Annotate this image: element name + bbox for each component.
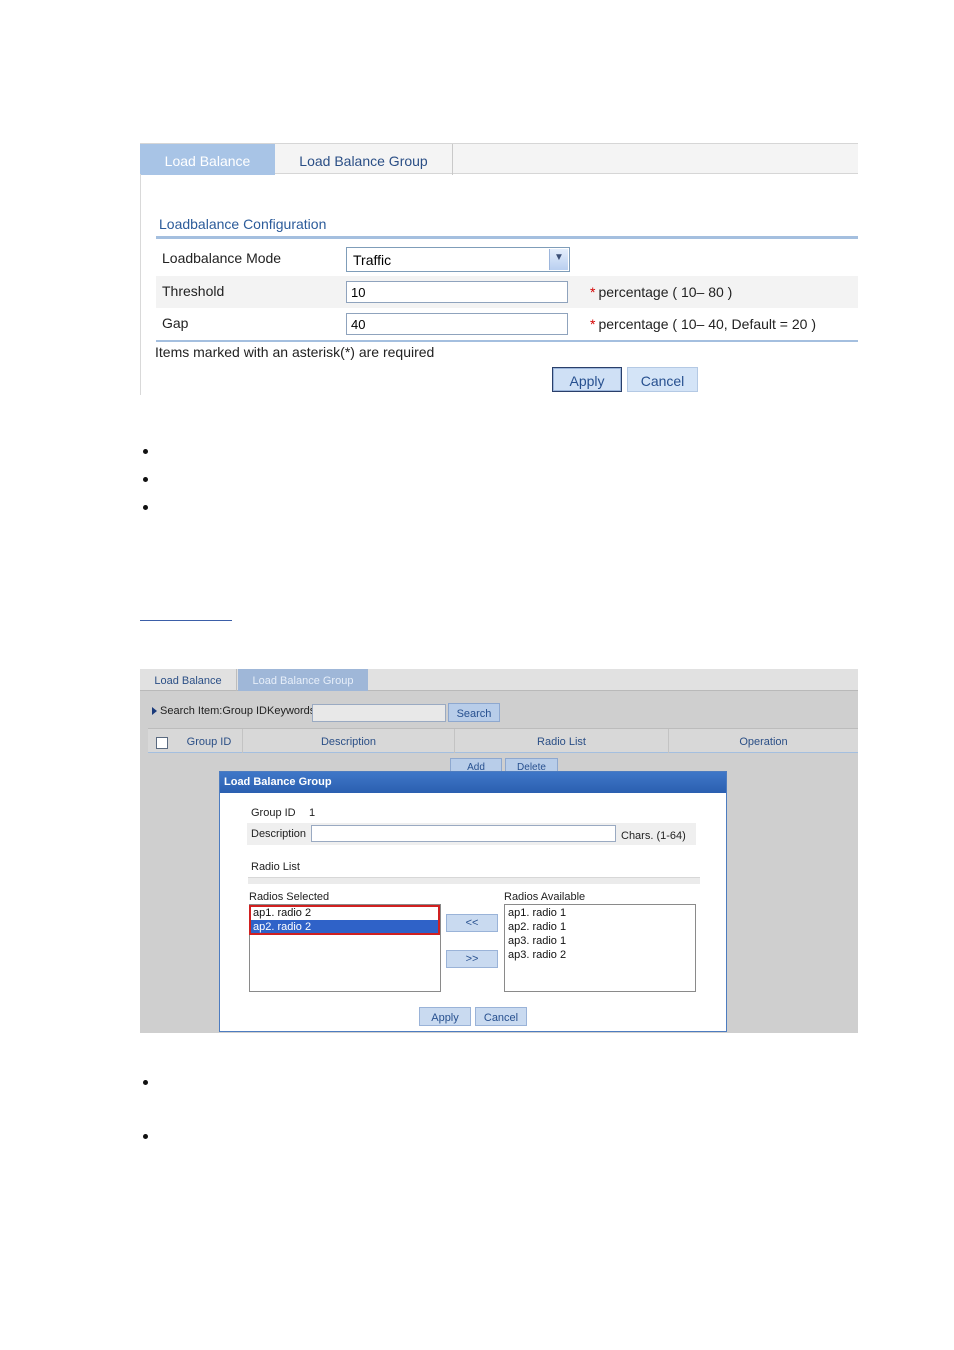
list-item[interactable]: ap3. radio 1 xyxy=(508,935,566,947)
search-row: Search Item:Group IDKeywords: xyxy=(152,705,318,717)
move-right-button[interactable]: >> xyxy=(446,950,498,968)
list-item[interactable]: ap1. radio 1 xyxy=(508,907,566,919)
description-input[interactable] xyxy=(311,825,616,842)
tab-load-balance-group[interactable]: Load Balance Group xyxy=(238,669,368,691)
triangle-right-icon xyxy=(152,707,157,715)
tab-load-balance[interactable]: Load Balance xyxy=(140,669,237,691)
list-item[interactable]: ap3. radio 2 xyxy=(508,949,566,961)
bullet xyxy=(143,1080,148,1085)
radios-selected-label: Radios Selected xyxy=(249,891,330,903)
chars-hint: Chars. (1-64) xyxy=(621,830,686,842)
bullet xyxy=(143,1134,148,1139)
search-button[interactable]: Search xyxy=(448,703,500,722)
threshold-input[interactable] xyxy=(346,281,568,303)
threshold-hint-text: percentage ( 10– 80 ) xyxy=(598,284,733,300)
apply-button[interactable]: Apply xyxy=(552,367,622,392)
gap-hint-text: percentage ( 10– 40, Default = 20 ) xyxy=(598,316,816,332)
gap-hint: * percentage ( 10– 40, Default = 20 ) xyxy=(590,316,816,332)
group-id-label: Group ID xyxy=(251,807,296,819)
link-underline[interactable] xyxy=(140,620,232,621)
search-input[interactable] xyxy=(312,704,446,722)
column-operation: Operation xyxy=(739,736,788,748)
bullet xyxy=(143,505,148,510)
dialog-apply-button[interactable]: Apply xyxy=(419,1007,471,1026)
mode-select[interactable]: Traffic ▼ xyxy=(346,247,570,272)
radios-available-list[interactable]: ap1. radio 1 ap2. radio 1 ap3. radio 1 a… xyxy=(504,904,696,992)
tab-load-balance[interactable]: Load Balance xyxy=(140,144,275,175)
description-label: Description xyxy=(251,828,307,840)
gap-row: Gap *percentage ( 10– 40, Default = 20 ) xyxy=(156,308,858,340)
load-balance-group-dialog: Load Balance Group Group ID 1 Descriptio… xyxy=(219,771,727,1032)
threshold-label: Threshold xyxy=(162,283,225,299)
radios-available-label: Radios Available xyxy=(504,891,586,903)
table-header: Group ID Description Radio List Operatio… xyxy=(148,728,858,753)
highlight-box xyxy=(249,905,440,935)
tab-load-balance-group[interactable]: Load Balance Group xyxy=(275,144,453,175)
tab-bar: Load Balance Load Balance Group xyxy=(140,669,858,691)
tab-bar: Load Balance Load Balance Group xyxy=(140,143,858,175)
required-asterisk: * xyxy=(590,284,596,300)
required-asterisk: * xyxy=(590,316,596,332)
column-description[interactable]: Description xyxy=(243,729,455,753)
mode-select-value: Traffic xyxy=(353,252,392,268)
gap-input[interactable] xyxy=(346,313,568,335)
form-divider xyxy=(156,340,858,342)
column-group-id[interactable]: Group ID xyxy=(176,729,243,753)
section-divider xyxy=(156,236,858,239)
panel-border xyxy=(140,174,141,395)
group-id-value: 1 xyxy=(309,807,316,819)
radio-list-label: Radio List xyxy=(251,861,300,873)
search-label: Search Item:Group IDKeywords: xyxy=(160,705,319,717)
radio-list-divider xyxy=(248,877,700,884)
column-radio-list[interactable]: Radio List xyxy=(455,729,669,753)
select-all-checkbox[interactable] xyxy=(156,737,168,749)
bullet xyxy=(143,449,148,454)
list-item[interactable]: ap2. radio 1 xyxy=(508,921,566,933)
required-note: Items marked with an asterisk(*) are req… xyxy=(155,344,435,360)
mode-label: Loadbalance Mode xyxy=(162,250,282,266)
chevron-down-icon[interactable]: ▼ xyxy=(549,249,568,270)
mode-row: Loadbalance Mode Traffic ▼ xyxy=(156,243,858,275)
dialog-title: Load Balance Group xyxy=(220,772,726,793)
dialog-cancel-button[interactable]: Cancel xyxy=(475,1007,527,1026)
threshold-row: Threshold *percentage ( 10– 80 ) xyxy=(156,276,858,308)
load-balance-panel: Load Balance Load Balance Group Loadbala… xyxy=(140,143,858,395)
bullet xyxy=(143,477,148,482)
gap-label: Gap xyxy=(162,315,189,331)
load-balance-group-panel: Load Balance Load Balance Group Search I… xyxy=(140,669,858,1033)
threshold-hint: * percentage ( 10– 80 ) xyxy=(590,284,732,300)
move-left-button[interactable]: << xyxy=(446,914,498,932)
cancel-button[interactable]: Cancel xyxy=(627,367,698,392)
section-title: Loadbalance Configuration xyxy=(159,216,327,232)
